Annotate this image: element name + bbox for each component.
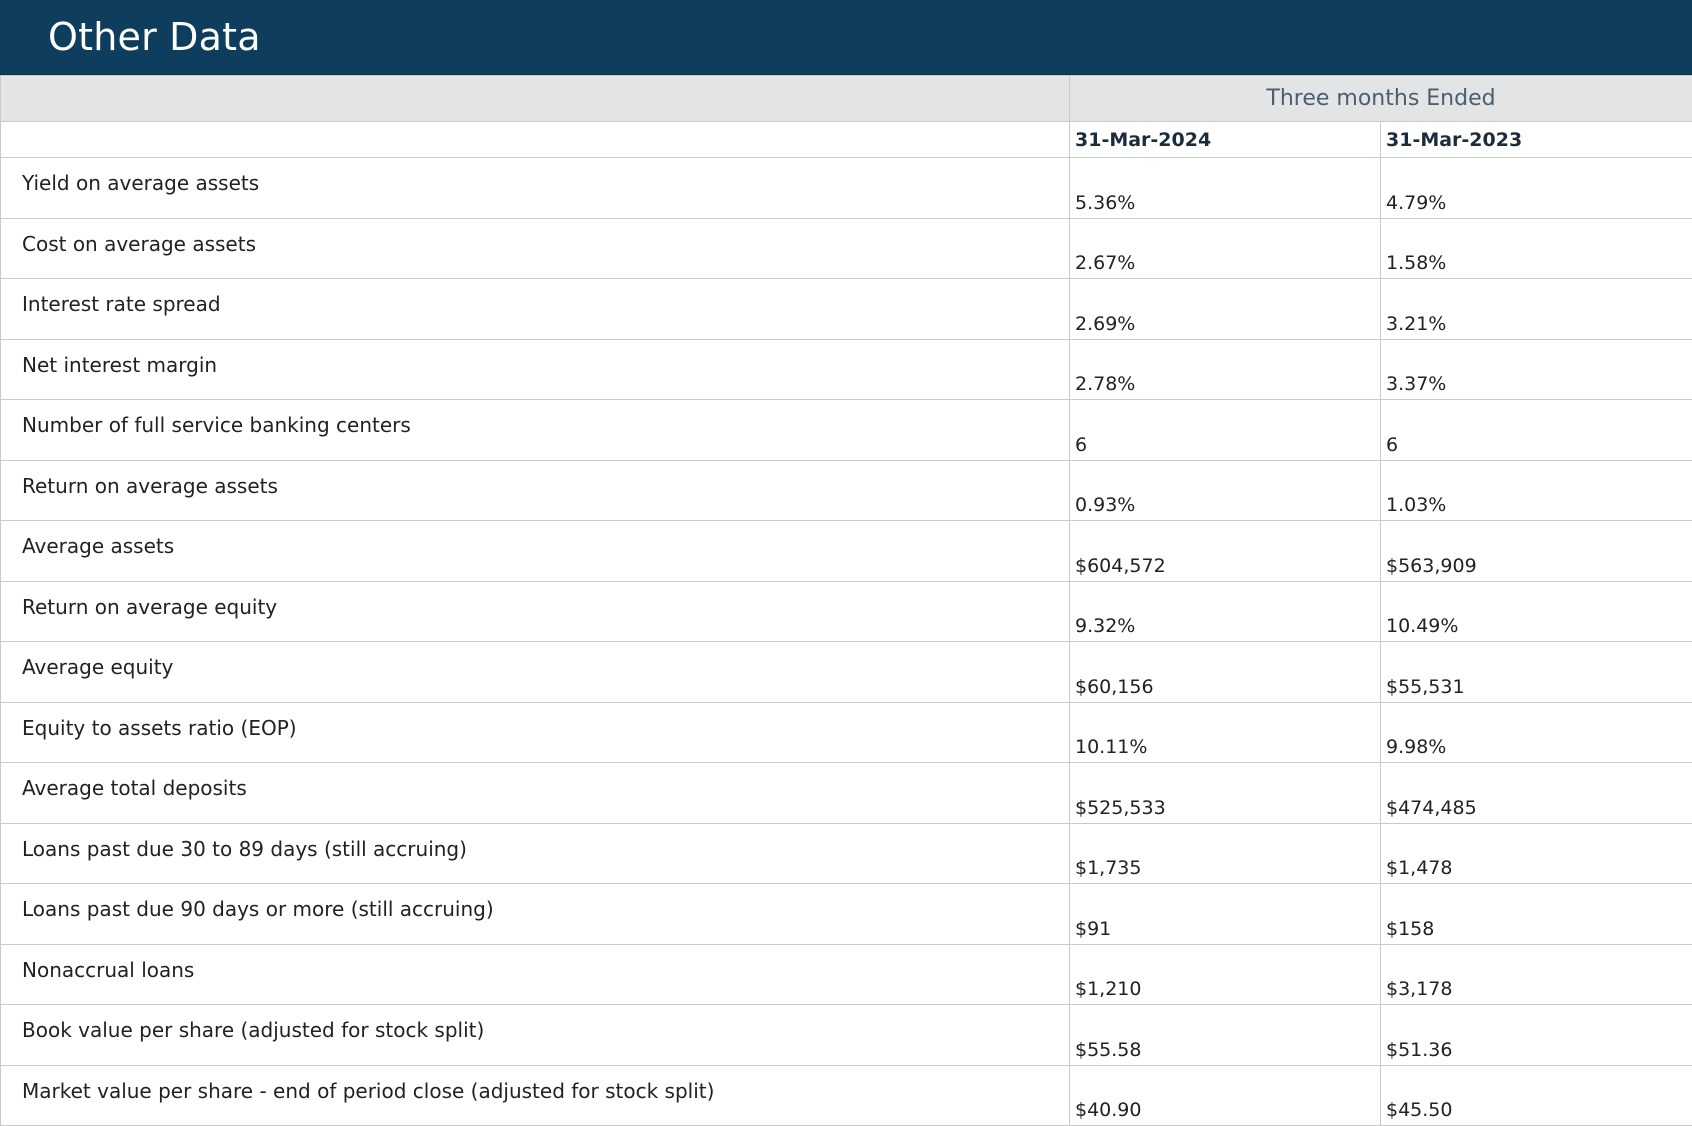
value-2023: $45.50 <box>1381 1065 1692 1126</box>
table-row: Nonaccrual loans$1,210$3,178 <box>1 944 1692 1005</box>
row-label: Loans past due 90 days or more (still ac… <box>1 884 1070 945</box>
value-2023: 6 <box>1381 400 1692 461</box>
table-row: Loans past due 90 days or more (still ac… <box>1 884 1692 945</box>
value-2023: 1.58% <box>1381 218 1692 279</box>
value-2024: 6 <box>1070 400 1381 461</box>
table-body: Yield on average assets5.36%4.79%Cost on… <box>1 158 1692 1126</box>
table-row: Average equity$60,156$55,531 <box>1 642 1692 703</box>
row-label: Nonaccrual loans <box>1 944 1070 1005</box>
table-row: Market value per share - end of period c… <box>1 1065 1692 1126</box>
value-2024: $1,735 <box>1070 823 1381 884</box>
value-2024: 0.93% <box>1070 460 1381 521</box>
table-row: Equity to assets ratio (EOP)10.11%9.98% <box>1 702 1692 763</box>
date-header-blank-cell <box>1 122 1070 158</box>
row-label: Net interest margin <box>1 339 1070 400</box>
row-label: Loans past due 30 to 89 days (still accr… <box>1 823 1070 884</box>
value-2024: $604,572 <box>1070 521 1381 582</box>
table-row: Average total deposits$525,533$474,485 <box>1 763 1692 824</box>
row-label: Cost on average assets <box>1 218 1070 279</box>
table-row: Cost on average assets2.67%1.58% <box>1 218 1692 279</box>
value-2024: 9.32% <box>1070 581 1381 642</box>
value-2023: $51.36 <box>1381 1005 1692 1066</box>
row-label: Equity to assets ratio (EOP) <box>1 702 1070 763</box>
value-2023: $563,909 <box>1381 521 1692 582</box>
value-2023: $474,485 <box>1381 763 1692 824</box>
row-label: Average equity <box>1 642 1070 703</box>
row-label: Number of full service banking centers <box>1 400 1070 461</box>
value-2023: 1.03% <box>1381 460 1692 521</box>
value-2024: $1,210 <box>1070 944 1381 1005</box>
value-2023: $1,478 <box>1381 823 1692 884</box>
table-row: Average assets$604,572$563,909 <box>1 521 1692 582</box>
value-2024: $60,156 <box>1070 642 1381 703</box>
value-2024: 2.67% <box>1070 218 1381 279</box>
row-label: Return on average equity <box>1 581 1070 642</box>
value-2024: $91 <box>1070 884 1381 945</box>
table-row: Yield on average assets5.36%4.79% <box>1 158 1692 219</box>
page-title: Other Data <box>48 14 261 60</box>
column-header-2024: 31-Mar-2024 <box>1070 122 1381 158</box>
value-2023: $3,178 <box>1381 944 1692 1005</box>
title-bar: Other Data <box>0 0 1692 75</box>
row-label: Return on average assets <box>1 460 1070 521</box>
value-2024: $40.90 <box>1070 1065 1381 1126</box>
other-data-page: Other Data Three months Ended 31-Mar-202… <box>0 0 1692 1125</box>
row-label: Interest rate spread <box>1 279 1070 340</box>
other-data-table: Three months Ended 31-Mar-2024 31-Mar-20… <box>0 75 1692 1126</box>
period-group-header-row: Three months Ended <box>1 76 1692 122</box>
row-label: Market value per share - end of period c… <box>1 1065 1070 1126</box>
table-row: Number of full service banking centers66 <box>1 400 1692 461</box>
value-2023: 9.98% <box>1381 702 1692 763</box>
value-2023: 3.37% <box>1381 339 1692 400</box>
value-2024: $525,533 <box>1070 763 1381 824</box>
period-group-label: Three months Ended <box>1070 76 1692 122</box>
table-row: Loans past due 30 to 89 days (still accr… <box>1 823 1692 884</box>
value-2023: 10.49% <box>1381 581 1692 642</box>
value-2023: 4.79% <box>1381 158 1692 219</box>
value-2023: $158 <box>1381 884 1692 945</box>
row-label: Average assets <box>1 521 1070 582</box>
value-2024: 5.36% <box>1070 158 1381 219</box>
date-header-row: 31-Mar-2024 31-Mar-2023 <box>1 122 1692 158</box>
table-row: Book value per share (adjusted for stock… <box>1 1005 1692 1066</box>
row-label: Book value per share (adjusted for stock… <box>1 1005 1070 1066</box>
row-label: Yield on average assets <box>1 158 1070 219</box>
value-2023: 3.21% <box>1381 279 1692 340</box>
table-row: Net interest margin2.78%3.37% <box>1 339 1692 400</box>
row-label: Average total deposits <box>1 763 1070 824</box>
value-2024: 2.69% <box>1070 279 1381 340</box>
value-2024: 2.78% <box>1070 339 1381 400</box>
value-2024: $55.58 <box>1070 1005 1381 1066</box>
value-2024: 10.11% <box>1070 702 1381 763</box>
table-row: Return on average assets0.93%1.03% <box>1 460 1692 521</box>
table-row: Return on average equity9.32%10.49% <box>1 581 1692 642</box>
value-2023: $55,531 <box>1381 642 1692 703</box>
table-row: Interest rate spread2.69%3.21% <box>1 279 1692 340</box>
header-blank-cell <box>1 76 1070 122</box>
column-header-2023: 31-Mar-2023 <box>1381 122 1692 158</box>
